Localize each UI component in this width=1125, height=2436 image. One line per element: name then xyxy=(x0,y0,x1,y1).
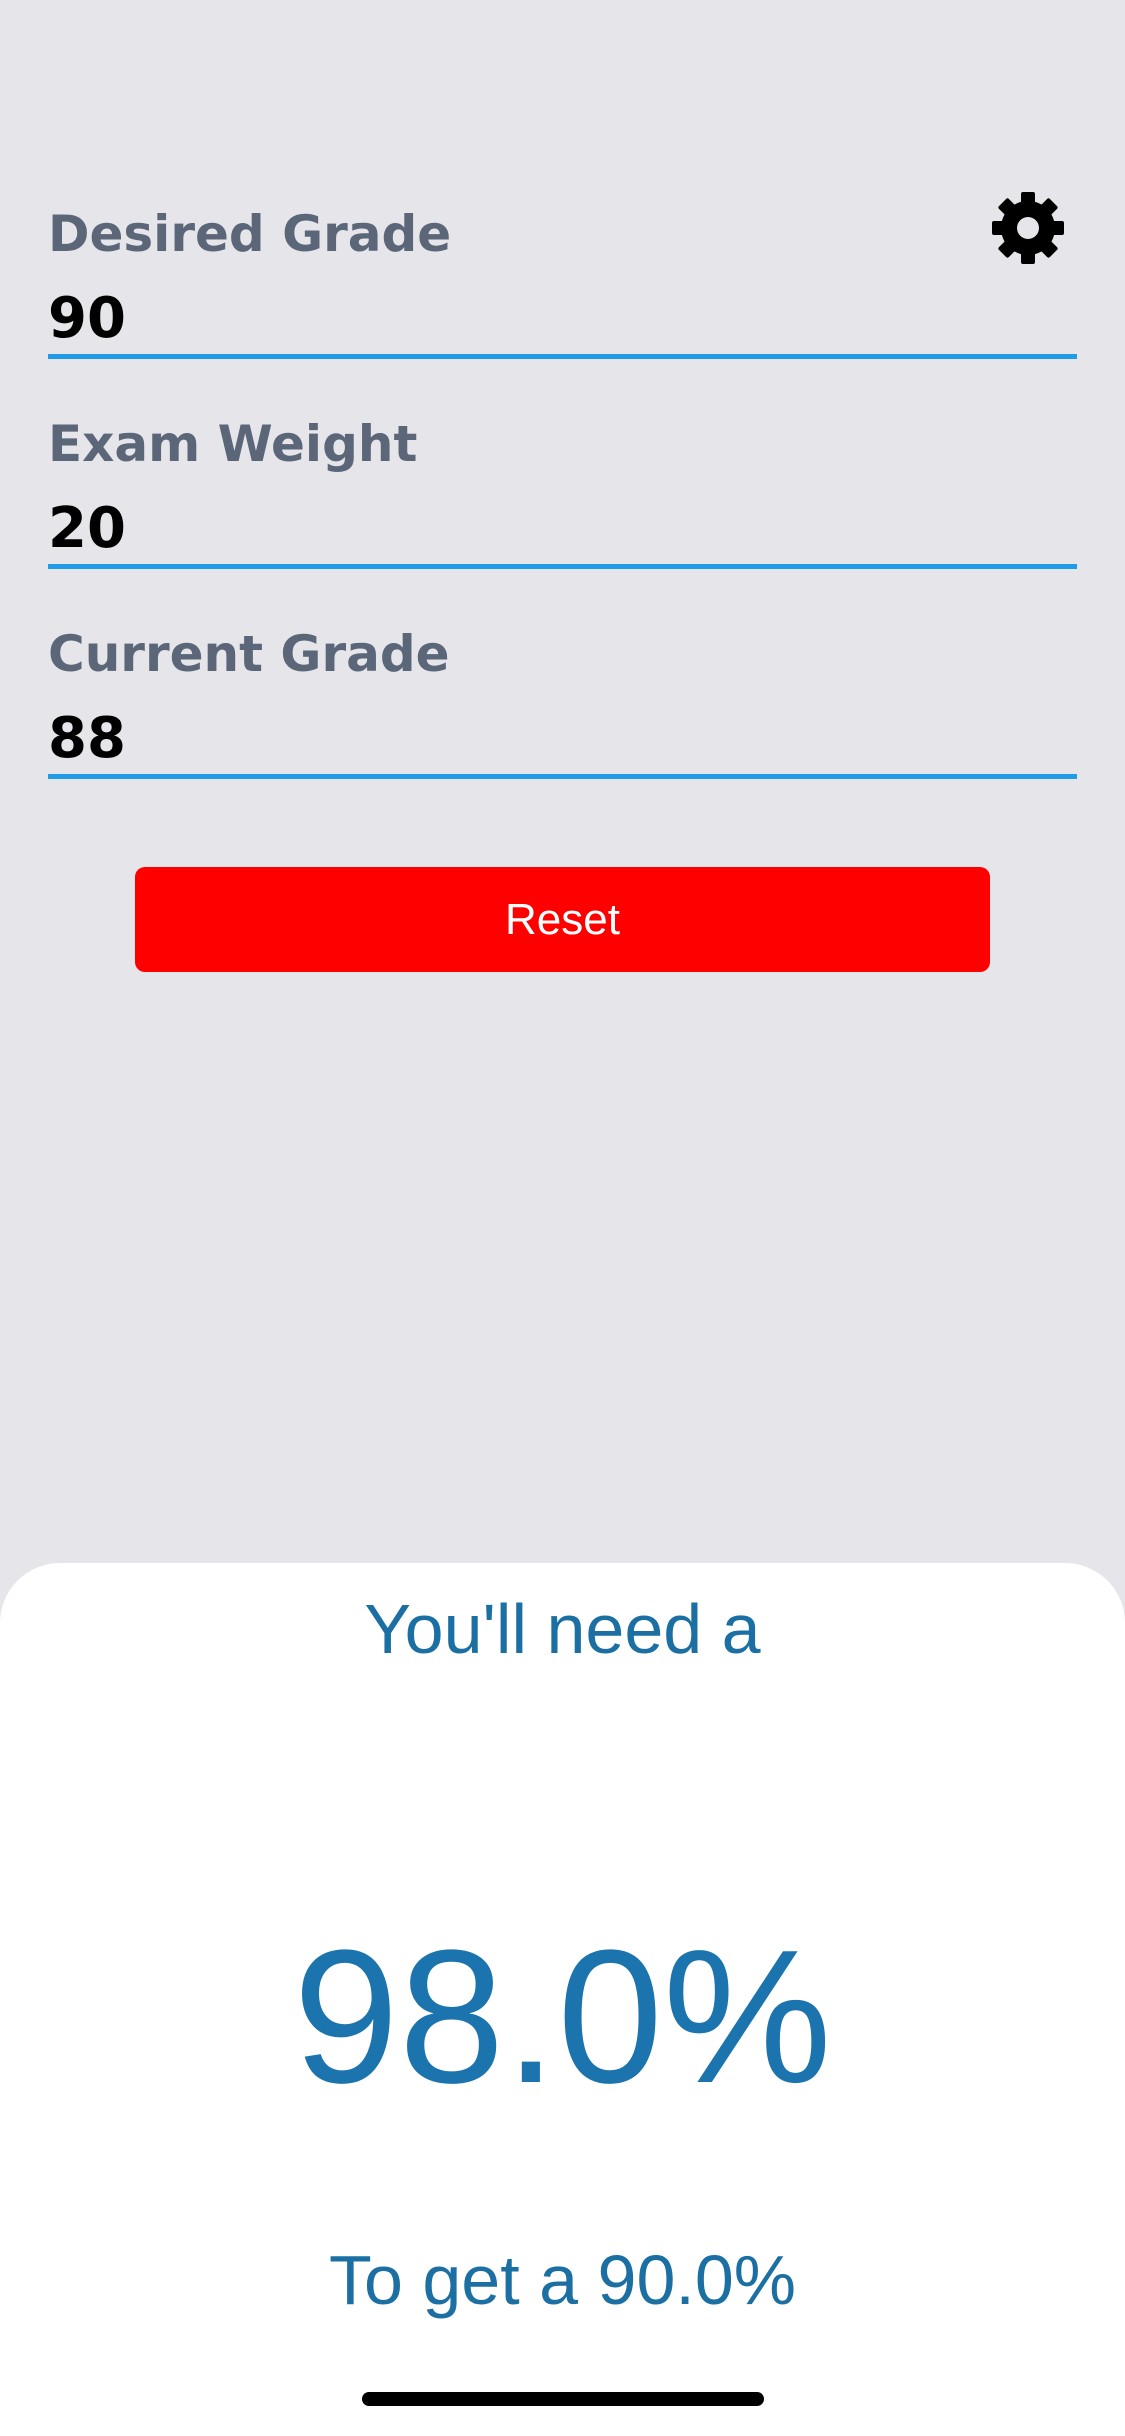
reset-button[interactable]: Reset xyxy=(135,867,990,972)
current-grade-input[interactable] xyxy=(48,703,1077,779)
desired-grade-input[interactable] xyxy=(48,283,1077,359)
required-percent: 98.0% xyxy=(293,1911,832,2123)
result-panel: You'll need a 98.0% To get a 90.0% xyxy=(0,1563,1125,2436)
gear-icon[interactable] xyxy=(990,190,1066,266)
desired-grade-label: Desired Grade xyxy=(48,205,452,263)
exam-weight-input[interactable] xyxy=(48,493,1077,569)
home-indicator[interactable] xyxy=(362,2392,764,2406)
current-grade-label: Current Grade xyxy=(48,625,450,683)
target-grade-text: To get a 90.0% xyxy=(329,2241,796,2319)
result-intro-text: You'll need a xyxy=(364,1590,761,1668)
exam-weight-label: Exam Weight xyxy=(48,415,418,473)
